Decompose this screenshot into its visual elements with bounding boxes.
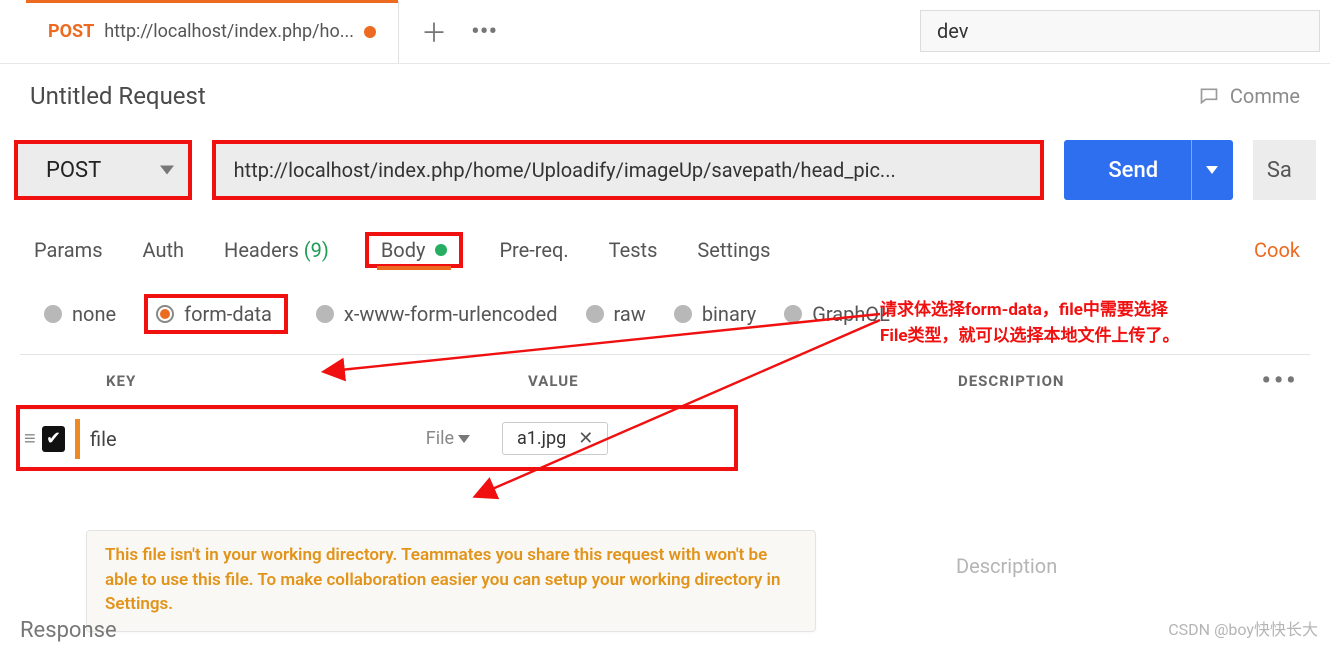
fd-value-cell[interactable]: a1.jpg ✕ [480,422,608,455]
new-tab-plus-icon[interactable]: ＋ [421,13,447,50]
fd-row-highlight: ≡ ✔ file File a1.jpg ✕ [16,405,738,471]
environment-selector[interactable]: dev [920,10,1320,52]
drag-handle-icon[interactable]: ≡ [24,426,36,451]
annotation-text: 请求体选择form-data，file中需要选择 File类型，就可以选择本地文… [880,298,1300,349]
warning-text: This file isn't in your working director… [105,545,780,614]
fd-description-placeholder: Description [956,554,1057,578]
body-type-form-data[interactable]: form-data [144,294,288,334]
fd-more-icon[interactable]: ••• [1250,366,1310,396]
body-type-raw[interactable]: raw [586,302,646,326]
radio-icon [784,305,802,323]
form-data-header: KEY VALUE DESCRIPTION ••• [20,355,1310,407]
body-type-raw-label: raw [614,302,646,326]
file-chip-name: a1.jpg [517,428,566,449]
body-type-none[interactable]: none [44,302,116,326]
tab-body-label: Body [381,238,426,262]
body-type-xwww[interactable]: x-www-form-urlencoded [316,302,558,326]
tab-overflow-icon[interactable]: ••• [471,17,497,47]
fd-header-value: VALUE [520,372,940,390]
request-tab-active[interactable]: POST http://localhost/index.php/ho... [26,1,399,63]
tab-body[interactable]: Body [365,232,464,268]
radio-icon [156,305,174,323]
working-directory-warning: This file isn't in your working director… [86,530,816,632]
tab-method-label: POST [48,21,94,42]
http-method-value: POST [46,158,101,183]
fd-description-input[interactable]: Description [956,540,1057,592]
radio-icon [316,305,334,323]
tab-tests[interactable]: Tests [605,232,662,268]
request-url-value: http://localhost/index.php/home/Uploadif… [234,158,896,182]
response-section-label: Response [20,618,117,643]
comments-label: Comme [1230,84,1300,108]
comments-button[interactable]: Comme [1198,84,1300,108]
tab-auth[interactable]: Auth [139,232,189,268]
body-type-binary[interactable]: binary [674,302,756,326]
tab-prereq[interactable]: Pre-req. [495,232,572,268]
row-checkbox[interactable]: ✔ [42,426,66,452]
annotation-line1: 请求体选择form-data，file中需要选择 [880,298,1300,324]
save-button-label: Sa [1267,158,1292,183]
table-row: ≡ ✔ file File a1.jpg ✕ [20,409,734,467]
comments-icon [1198,86,1220,106]
remove-file-icon[interactable]: ✕ [578,428,593,449]
fd-key-type-dropdown[interactable]: File [426,428,470,449]
save-button[interactable]: Sa [1253,140,1316,200]
fd-key-cell[interactable]: file File [80,427,480,451]
body-type-none-label: none [72,302,116,326]
tab-settings[interactable]: Settings [693,232,774,268]
send-button[interactable]: Send [1064,140,1233,200]
file-chip[interactable]: a1.jpg ✕ [502,422,608,455]
unsaved-dot-icon [364,26,376,38]
annotation-line2: File类型，就可以选择本地文件上传了。 [880,324,1300,350]
request-url-input[interactable]: http://localhost/index.php/home/Uploadif… [212,140,1044,200]
tab-headers[interactable]: Headers (9) [220,232,333,268]
body-type-binary-label: binary [702,302,756,326]
chevron-down-icon [160,166,174,175]
watermark-text: CSDN @boy快快长大 [1168,616,1318,640]
request-title[interactable]: Untitled Request [30,82,206,110]
tab-url-abbrev: http://localhost/index.php/ho... [104,21,354,42]
cookies-link[interactable]: Cook [1254,238,1300,262]
tab-params[interactable]: Params [30,232,107,268]
fd-key-value: file [90,427,117,451]
tab-headers-count: (9) [304,238,329,262]
body-active-dot-icon [435,244,447,256]
send-split-dropdown[interactable] [1191,140,1233,200]
fd-header-desc: DESCRIPTION [940,372,1250,390]
fd-key-type-label: File [426,428,454,449]
radio-icon [586,305,604,323]
body-type-form-data-label: form-data [184,302,272,326]
environment-name: dev [937,19,968,43]
radio-icon [674,305,692,323]
send-button-label: Send [1108,158,1158,183]
request-subtabs: Params Auth Headers (9) Body Pre-req. Te… [0,210,1330,268]
http-method-dropdown[interactable]: POST [14,140,192,200]
radio-icon [44,305,62,323]
body-type-graphql-label: GraphQL [812,302,890,326]
fd-header-key: KEY [80,372,520,390]
body-type-graphql[interactable]: GraphQL [784,302,890,326]
form-data-table: KEY VALUE DESCRIPTION ••• ≡ ✔ file File … [20,354,1310,471]
tab-headers-label: Headers [224,238,299,262]
body-type-xwww-label: x-www-form-urlencoded [344,302,558,326]
